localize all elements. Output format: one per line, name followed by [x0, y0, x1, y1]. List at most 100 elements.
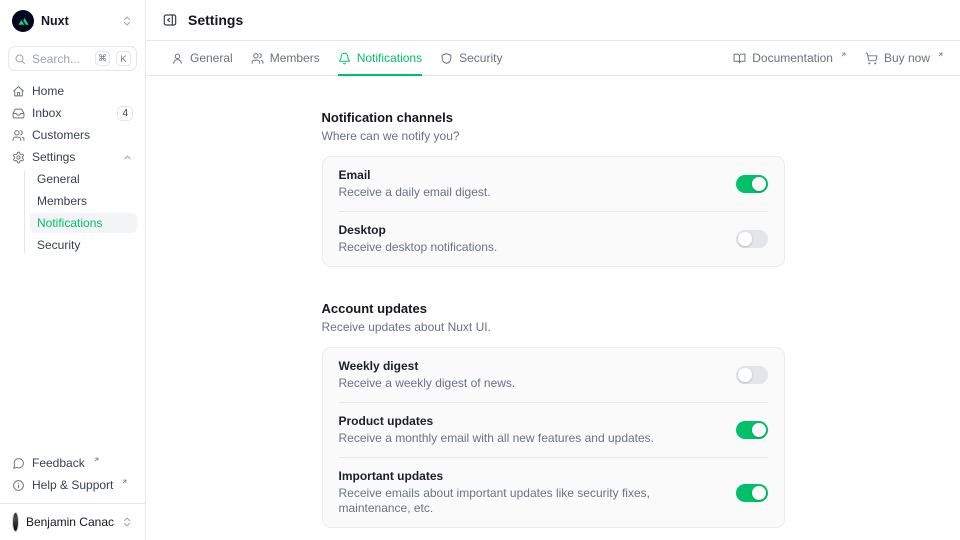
book-open-icon	[733, 52, 746, 65]
setting-label: Important updates	[339, 469, 720, 484]
users-icon	[251, 52, 264, 65]
kbd-k: K	[116, 51, 131, 66]
sidebar-item-inbox[interactable]: Inbox 4	[8, 103, 137, 123]
sidebar-item-label: Members	[37, 194, 87, 208]
help-support-link[interactable]: Help & Support	[8, 475, 137, 495]
tab-label: Security	[459, 51, 502, 65]
buy-now-link[interactable]: Buy now	[865, 51, 944, 65]
setting-row-weekly-digest: Weekly digest Receive a weekly digest of…	[339, 348, 768, 402]
footer-link-label: Feedback	[32, 456, 85, 470]
inbox-count-badge: 4	[117, 106, 133, 121]
tab-members[interactable]: Members	[251, 41, 320, 75]
shopping-cart-icon	[865, 52, 878, 65]
user-icon	[171, 52, 184, 65]
section-title: Account updates	[322, 301, 785, 317]
page-title: Settings	[188, 12, 243, 28]
setting-label: Email	[339, 168, 491, 183]
account-card: Weekly digest Receive a weekly digest of…	[322, 347, 785, 528]
tab-security[interactable]: Security	[440, 41, 502, 75]
settings-tabbar: General Members Notifications Security D…	[146, 41, 960, 76]
sidebar-item-home[interactable]: Home	[8, 81, 137, 101]
search-placeholder: Search...	[32, 52, 89, 66]
setting-row-important-updates: Important updates Receive emails about i…	[339, 457, 768, 527]
setting-label: Weekly digest	[339, 359, 516, 374]
sidebar-spacer	[8, 255, 137, 453]
info-circle-icon	[12, 479, 25, 492]
section-notification-channels: Notification channels Where can we notif…	[322, 110, 785, 267]
tab-notifications[interactable]: Notifications	[338, 41, 422, 75]
footer-link-label: Help & Support	[32, 478, 113, 492]
chevrons-up-down-icon	[121, 15, 133, 27]
gear-icon	[12, 151, 25, 164]
sidebar-item-general[interactable]: General	[30, 169, 137, 189]
sidebar-item-security[interactable]: Security	[30, 235, 137, 255]
workspace-name: Nuxt	[41, 14, 114, 28]
sidebar-nav: Home Inbox 4 Customers Settings General …	[8, 81, 137, 255]
shield-icon	[440, 52, 453, 65]
workspace-switcher[interactable]: Nuxt	[8, 8, 137, 34]
settings-content: Notification channels Where can we notif…	[146, 76, 960, 540]
inbox-icon	[12, 107, 25, 120]
external-link-icon	[93, 456, 100, 463]
tab-label: Notifications	[357, 51, 422, 65]
sidebar-footer: Feedback Help & Support	[8, 453, 137, 495]
setting-description: Receive a daily email digest.	[339, 185, 491, 200]
link-label: Documentation	[752, 51, 833, 65]
section-title: Notification channels	[322, 110, 785, 126]
user-name: Benjamin Canac	[26, 515, 114, 529]
setting-label: Product updates	[339, 414, 655, 429]
toggle-knob	[752, 486, 766, 500]
section-subtitle: Receive updates about Nuxt UI.	[322, 320, 785, 335]
feedback-link[interactable]: Feedback	[8, 453, 137, 473]
tab-general[interactable]: General	[171, 41, 233, 75]
toggle-knob	[752, 423, 766, 437]
toggle-knob	[738, 368, 752, 382]
chevrons-up-down-icon	[121, 516, 133, 528]
tab-label: General	[190, 51, 233, 65]
sidebar-item-settings[interactable]: Settings	[8, 147, 137, 167]
link-label: Buy now	[884, 51, 930, 65]
sidebar-item-label: Home	[32, 84, 133, 98]
setting-description: Receive desktop notifications.	[339, 240, 498, 255]
sidebar: Nuxt Search... ⌘ K Home Inbox 4 Customer…	[0, 0, 146, 540]
external-link-icon	[121, 478, 128, 485]
setting-description: Receive a weekly digest of news.	[339, 376, 516, 391]
product-updates-toggle[interactable]	[736, 421, 768, 439]
setting-description: Receive a monthly email with all new fea…	[339, 431, 655, 446]
sidebar-item-label: Inbox	[32, 106, 110, 120]
kbd-meta: ⌘	[95, 51, 110, 66]
toggle-knob	[752, 177, 766, 191]
main-area: Settings General Members Notifications S…	[146, 0, 960, 540]
setting-row-email: Email Receive a daily email digest.	[339, 157, 768, 211]
chevron-up-icon	[122, 152, 133, 163]
user-menu[interactable]: Benjamin Canac	[8, 504, 137, 534]
search-input[interactable]: Search... ⌘ K	[8, 46, 137, 71]
sidebar-item-notifications[interactable]: Notifications	[30, 213, 137, 233]
sidebar-item-customers[interactable]: Customers	[8, 125, 137, 145]
home-icon	[12, 85, 25, 98]
sidebar-item-members[interactable]: Members	[30, 191, 137, 211]
search-icon	[14, 53, 26, 65]
desktop-toggle[interactable]	[736, 230, 768, 248]
collapse-sidebar-icon[interactable]	[162, 12, 178, 28]
setting-row-product-updates: Product updates Receive a monthly email …	[339, 402, 768, 457]
users-icon	[12, 129, 25, 142]
weekly-digest-toggle[interactable]	[736, 366, 768, 384]
sidebar-item-label: Security	[37, 238, 80, 252]
setting-label: Desktop	[339, 223, 498, 238]
toggle-knob	[738, 232, 752, 246]
documentation-link[interactable]: Documentation	[733, 51, 847, 65]
external-link-icon	[937, 51, 944, 58]
nuxt-logo-icon	[12, 10, 34, 32]
section-subtitle: Where can we notify you?	[322, 129, 785, 144]
external-link-icon	[840, 51, 847, 58]
avatar	[12, 512, 19, 532]
chat-bubble-icon	[12, 457, 25, 470]
email-toggle[interactable]	[736, 175, 768, 193]
sidebar-item-label: General	[37, 172, 80, 186]
setting-row-desktop: Desktop Receive desktop notifications.	[339, 211, 768, 266]
bell-icon	[338, 52, 351, 65]
channels-card: Email Receive a daily email digest. Desk…	[322, 156, 785, 267]
important-updates-toggle[interactable]	[736, 484, 768, 502]
tab-label: Members	[270, 51, 320, 65]
